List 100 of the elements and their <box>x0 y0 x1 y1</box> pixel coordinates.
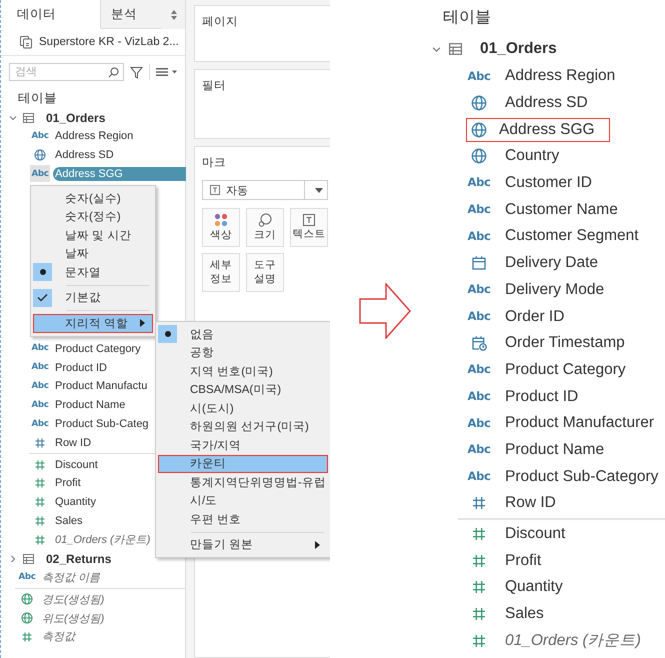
chevron-icon[interactable] <box>9 114 17 122</box>
field-item[interactable]: Product Name <box>53 398 126 412</box>
type-label: Abc <box>467 177 491 189</box>
field-item[interactable]: Address SGG <box>466 118 610 142</box>
menu-item[interactable]: 시/도 <box>158 492 328 510</box>
field-item[interactable]: Quantity <box>53 495 96 510</box>
color-dots-icon <box>214 212 228 227</box>
hash-icon <box>21 630 33 643</box>
table-icon <box>23 112 34 122</box>
menu-item[interactable]: 지역 번호(미국) <box>158 362 328 380</box>
field-item[interactable]: 측정값 <box>40 628 75 646</box>
field-item[interactable]: Product Sub-Category <box>500 464 664 489</box>
pane-tab[interactable]: 분석 <box>101 0 161 29</box>
menu-item[interactable]: 기본값 <box>33 288 153 307</box>
field-item[interactable]: Customer Segment <box>500 224 644 248</box>
field-item[interactable]: Product Category <box>500 358 631 382</box>
field-item[interactable]: Customer ID <box>500 171 597 196</box>
field-item[interactable]: Quantity <box>500 575 568 600</box>
field-item[interactable]: Row ID <box>53 436 92 450</box>
field-item[interactable]: Order ID <box>500 304 570 329</box>
menu-item[interactable]: 숫자(정수) <box>33 208 153 226</box>
field-item[interactable]: 경도(생성됨) <box>40 590 104 608</box>
sort-icon[interactable] <box>171 10 177 20</box>
menu-item[interactable]: 없음 <box>158 325 328 344</box>
field-item[interactable]: Product Category <box>53 342 141 356</box>
mark-button[interactable]: 도구 설명 <box>246 253 284 292</box>
hash-icon <box>34 514 46 527</box>
submenu-arrow-icon <box>140 319 145 328</box>
hash-icon <box>471 579 487 596</box>
shelf-title: 페이지 <box>202 16 238 28</box>
menu-item[interactable]: 시(도시) <box>158 399 328 418</box>
field-item[interactable]: Profit <box>53 476 81 490</box>
menu-item[interactable]: 지리적 역할 <box>33 314 153 332</box>
menu-item[interactable]: 통계지역단위명명법-유럽 <box>158 473 328 492</box>
chevron-icon[interactable] <box>9 554 17 563</box>
menu-item[interactable]: 카운티 <box>158 454 328 473</box>
field-item[interactable]: Discount <box>53 458 98 472</box>
field-item[interactable]: Address SD <box>500 91 593 116</box>
globe-icon <box>471 95 487 112</box>
type-label: Abc <box>467 390 491 402</box>
field-item[interactable]: Discount <box>500 522 570 546</box>
mark-button[interactable]: 크기 <box>246 208 284 247</box>
text-mark-icon <box>210 185 220 195</box>
field-item[interactable]: 위도(생성됨) <box>40 610 104 627</box>
type-label: Abc <box>467 230 491 242</box>
field-item[interactable]: Sales <box>500 602 549 626</box>
shelf-title: 필터 <box>202 80 226 92</box>
field-item[interactable]: Product Name <box>500 438 610 462</box>
right-arrow-icon <box>359 283 411 339</box>
filter-icon[interactable] <box>130 66 143 78</box>
search-field[interactable]: 검색 <box>9 63 124 81</box>
menu-item[interactable]: 공항 <box>158 344 328 362</box>
field-item[interactable]: Customer Name <box>500 198 623 222</box>
field-item[interactable]: Delivery Mode <box>500 278 610 302</box>
type-label: Abc <box>31 363 49 372</box>
field-item[interactable]: Product Sub-Categ <box>53 416 149 431</box>
menu-item[interactable]: 우편 번호 <box>158 510 328 528</box>
menu-item[interactable]: CBSA/MSA(미국) <box>158 380 328 399</box>
field-item[interactable]: Profit <box>500 548 546 573</box>
chevron-icon[interactable] <box>432 44 441 54</box>
field-item[interactable]: Address SD <box>53 148 114 162</box>
pane-tab[interactable]: 데이터 <box>1 0 101 29</box>
field-item[interactable]: 측정값 이름 <box>40 569 100 586</box>
menu-item[interactable]: 문자열 <box>33 263 153 282</box>
menu-item[interactable]: 하원의원 선거구(미국) <box>158 418 328 436</box>
field-item[interactable]: Country <box>500 144 564 168</box>
mark-type-dropdown[interactable]: 자동 <box>202 180 328 200</box>
section-heading: 테이블 <box>17 90 58 107</box>
field-item[interactable]: Delivery Date <box>500 251 604 276</box>
table-name[interactable]: 01_Orders <box>46 110 106 124</box>
mark-button[interactable]: 세부 정보 <box>202 253 240 292</box>
field-item[interactable]: Product Manufacturer <box>500 411 660 436</box>
table-name[interactable]: 02_Returns <box>46 552 112 566</box>
hash-icon <box>34 458 46 471</box>
menu-item[interactable]: 숫자(실수) <box>33 189 153 208</box>
menu-item[interactable]: 날짜 <box>33 244 153 263</box>
field-item[interactable]: Product ID <box>53 360 107 375</box>
field-item[interactable]: Order Timestamp <box>500 331 630 356</box>
table-icon <box>23 554 34 564</box>
mark-button[interactable]: 텍스트 <box>290 208 328 247</box>
field-item[interactable]: Row ID <box>500 491 561 516</box>
type-label: Abc <box>31 344 49 354</box>
field-item[interactable]: Product ID <box>500 384 584 409</box>
hash-icon <box>471 526 487 542</box>
list-view-icon[interactable] <box>156 67 178 77</box>
field-item[interactable]: Sales <box>53 514 83 528</box>
field-item[interactable]: Address Region <box>500 64 620 88</box>
field-item[interactable]: Address Region <box>53 129 134 144</box>
hash-icon <box>34 534 46 546</box>
menu-item[interactable]: 날짜 및 시간 <box>33 226 153 244</box>
datasource-name[interactable]: Superstore KR - VizLab 2... <box>39 36 179 48</box>
globe-icon <box>34 149 46 162</box>
field-item[interactable]: 01_Orders (카운트) <box>53 531 150 548</box>
field-item[interactable]: 01_Orders (카운트) <box>500 627 646 654</box>
mark-button[interactable]: 색상 <box>202 208 240 247</box>
menu-item[interactable]: 국가/지역 <box>158 436 328 454</box>
table-name[interactable]: 01_Orders <box>480 40 557 58</box>
type-label: Abc <box>467 364 491 376</box>
menu-item[interactable]: 만들기 원본 <box>158 536 328 554</box>
field-item[interactable]: Product Manufactu <box>53 379 148 394</box>
